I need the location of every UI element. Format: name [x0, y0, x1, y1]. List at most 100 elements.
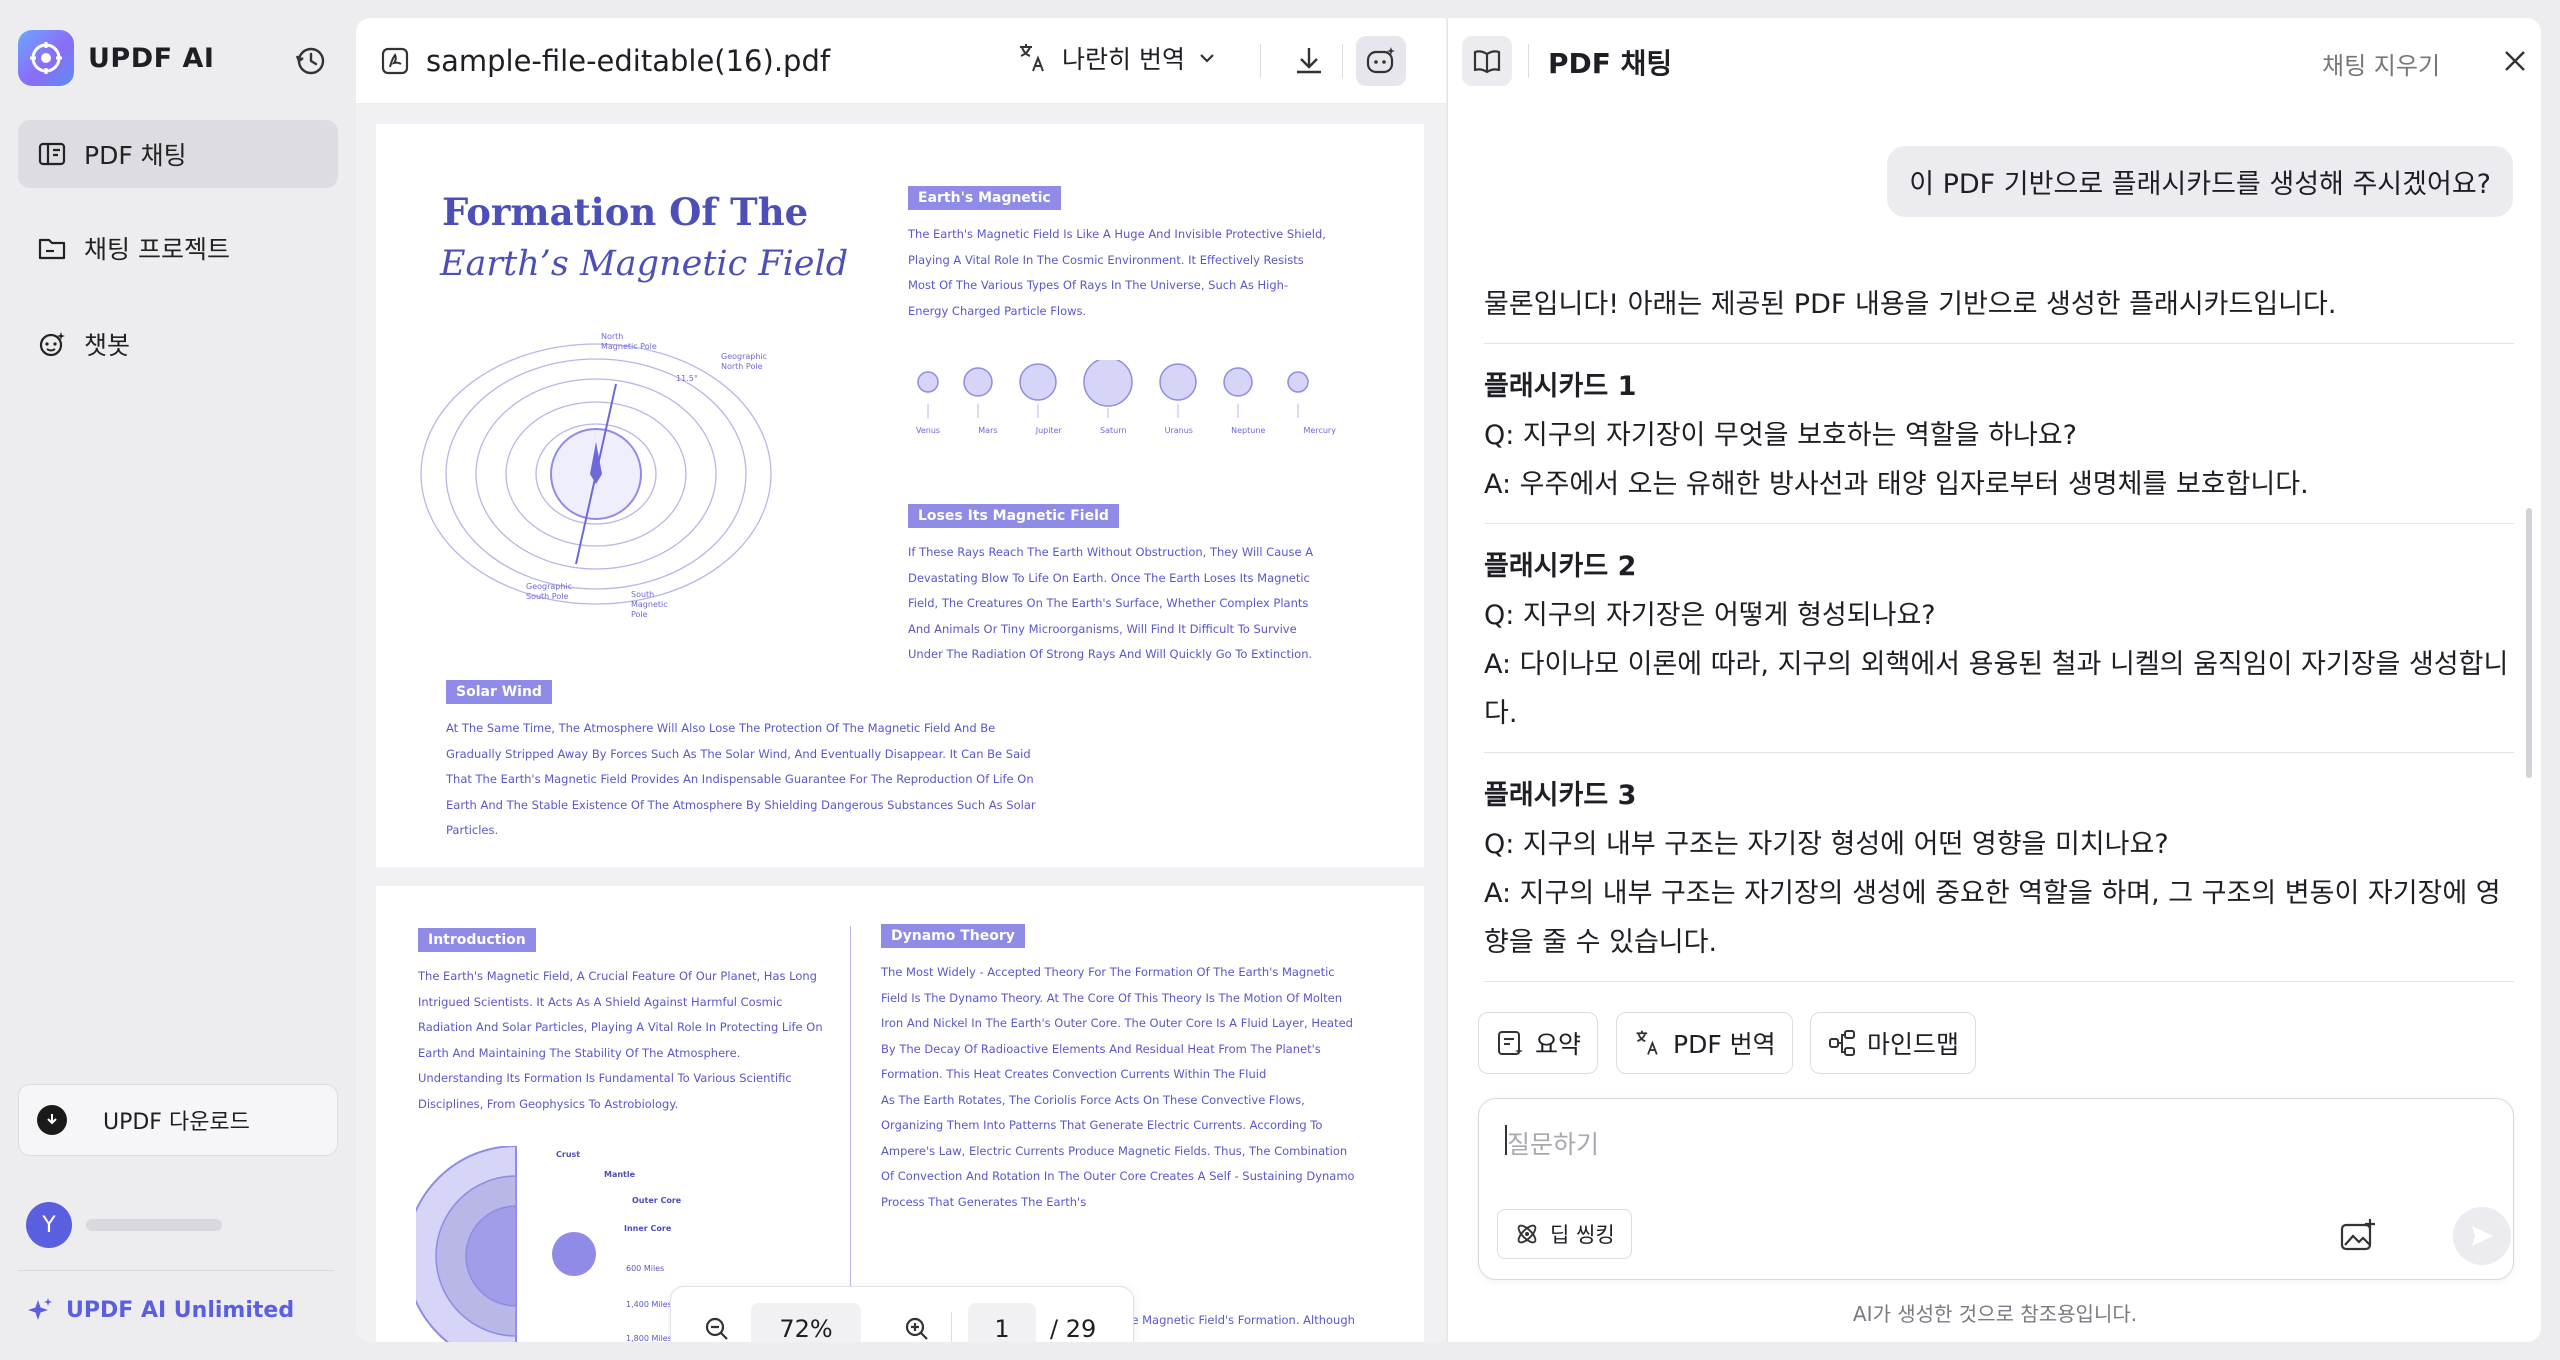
flashcard-title: 플래시카드 3: [1484, 780, 1636, 811]
download-circle-icon: [37, 1105, 67, 1135]
download-label: UPDF 다운로드: [103, 1104, 250, 1136]
username-redacted: [86, 1219, 222, 1231]
planet-label: Saturn: [1100, 426, 1126, 435]
deep-thinking-label: 딥 씽킹: [1550, 1219, 1615, 1249]
download-button[interactable]: UPDF 다운로드: [18, 1084, 338, 1156]
outline-toggle-button[interactable]: [1462, 36, 1512, 86]
history-icon[interactable]: [294, 44, 328, 78]
section-tag: Dynamo Theory: [881, 924, 1025, 948]
side-by-side-translate-dropdown[interactable]: 나란히 번역: [1016, 40, 1217, 76]
flashcard: 플래시카드 3 Q: 지구의 내부 구조는 자기장 형성에 어떤 영향을 미치나…: [1484, 771, 2514, 967]
chat-scrollbar[interactable]: [2526, 508, 2532, 778]
send-button[interactable]: [2453, 1207, 2511, 1265]
zoom-in-button[interactable]: [897, 1309, 937, 1342]
nav-chat-project[interactable]: 채팅 프로젝트: [18, 214, 338, 282]
user-profile[interactable]: Y: [26, 1202, 222, 1248]
zoom-out-button[interactable]: [697, 1309, 737, 1342]
brand-name: UPDF AI: [88, 43, 214, 74]
send-icon: [2468, 1222, 2496, 1250]
diagram-label: South Magnetic Pole: [631, 590, 668, 620]
layer-label: Inner Core: [624, 1224, 671, 1234]
planet-label: Neptune: [1231, 426, 1265, 435]
deep-thinking-toggle[interactable]: 딥 씽킹: [1497, 1209, 1632, 1259]
layer-depth: 600 Miles: [626, 1264, 664, 1274]
flashcard: 플래시카드 1 Q: 지구의 자기장이 무엇을 보호하는 역할을 하나요? A:…: [1484, 362, 2514, 509]
ai-answer: 물론입니다! 아래는 제공된 PDF 내용을 기반으로 생성한 플래시카드입니다…: [1484, 280, 2514, 1000]
zoom-divider: [951, 1312, 952, 1342]
bot-icon: [36, 328, 68, 360]
nav-pdf-chat[interactable]: PDF 채팅: [18, 120, 338, 188]
pdf-chat-icon: [36, 138, 68, 170]
nav-label: 채팅 프로젝트: [84, 230, 230, 266]
avatar[interactable]: Y: [26, 1202, 72, 1248]
zoom-toolbar: 72% 1 / 29: [670, 1286, 1134, 1342]
file-name: sample-file-editable(16).pdf: [426, 44, 830, 78]
nav-chatbot[interactable]: 챗봇: [18, 310, 338, 378]
diagram-label: 11.5°: [676, 374, 698, 384]
translate-icon: [1633, 1028, 1663, 1058]
planet-row: Venus Mars Jupiter Saturn Uranus Neptune…: [916, 360, 1336, 450]
translate-label: 나란히 번역: [1062, 40, 1185, 76]
pdf-pages-area[interactable]: Formation Of The Earth’s Magnetic Field …: [356, 104, 1446, 1342]
ai-assistant-toggle[interactable]: [1356, 36, 1406, 86]
planets-illustration: [916, 360, 1336, 420]
flashcard-question: Q: 지구의 자기장은 어떻게 형성되나요?: [1484, 591, 2514, 640]
flashcard-answer: A: 우주에서 오는 유해한 방사선과 태양 입자로부터 생명체를 보호합니다.: [1484, 460, 2514, 509]
answer-intro: 물론입니다! 아래는 제공된 PDF 내용을 기반으로 생성한 플래시카드입니다…: [1484, 280, 2514, 329]
pdf-file-icon: [380, 46, 410, 76]
pdf-viewer: sample-file-editable(16).pdf 나란히 번역 Form…: [356, 18, 1446, 1342]
summarize-button[interactable]: 요약: [1478, 1012, 1598, 1074]
chat-panel: PDF 채팅 채팅 지우기 이 PDF 기반으로 플래시카드를 생성해 주시겠어…: [1447, 18, 2541, 1342]
nav-label: PDF 채팅: [84, 136, 187, 172]
upgrade-link[interactable]: UPDF AI Unlimited: [26, 1296, 294, 1324]
flashcard: 플래시카드 2 Q: 지구의 자기장은 어떻게 형성되나요? A: 다이나모 이…: [1484, 542, 2514, 738]
clear-chat-button[interactable]: 채팅 지우기: [2322, 46, 2440, 81]
section-text: The Earth's Magnetic Field, A Crucial Fe…: [418, 964, 828, 1117]
layer-label: Outer Core: [632, 1196, 681, 1206]
flashcard-answer: A: 다이나모 이론에 따라, 지구의 외핵에서 용융된 철과 니켈의 움직임이…: [1484, 640, 2514, 738]
pdf-page-2: Introduction The Earth's Magnetic Field,…: [376, 886, 1424, 1342]
section-tag: Introduction: [418, 928, 536, 952]
toolbar-divider: [1260, 44, 1261, 78]
pdf-page-1: Formation Of The Earth’s Magnetic Field …: [376, 124, 1424, 867]
flashcard-question: Q: 지구의 내부 구조는 자기장 형성에 어떤 영향을 미치나요?: [1484, 820, 2514, 869]
chat-input-placeholder[interactable]: 질문하기: [1507, 1125, 1599, 1161]
summary-icon: [1495, 1028, 1525, 1058]
user-message: 이 PDF 기반으로 플래시카드를 생성해 주시겠어요?: [1887, 146, 2513, 217]
section-tag: Solar Wind: [446, 680, 552, 704]
chat-title: PDF 채팅: [1548, 42, 1672, 82]
folder-icon: [36, 232, 68, 264]
ai-bot-icon: [1364, 44, 1398, 78]
page-title-line1: Formation Of The: [442, 190, 808, 234]
pdf-translate-button[interactable]: PDF 번역: [1616, 1012, 1793, 1074]
quick-action-label: 요약: [1535, 1025, 1581, 1061]
toolbar-divider: [1342, 44, 1343, 78]
answer-divider: [1484, 752, 2514, 753]
header-divider: [1528, 44, 1529, 78]
answer-divider: [1484, 523, 2514, 524]
flashcard-answer: A: 지구의 내부 구조는 자기장의 생성에 중요한 역할을 하며, 그 구조의…: [1484, 869, 2514, 967]
close-icon[interactable]: [2500, 46, 2530, 76]
mindmap-button[interactable]: 마인드맵: [1810, 1012, 1976, 1074]
planet-label: Mars: [978, 426, 997, 435]
brand: UPDF AI: [18, 30, 214, 86]
book-icon: [1472, 46, 1502, 76]
sidebar: UPDF AI PDF 채팅 채팅 프로젝트 챗봇 UPDF 다운로드 Y UP…: [0, 0, 356, 1360]
download-icon[interactable]: [1290, 42, 1328, 80]
chat-input-box[interactable]: 질문하기 딥 씽킹: [1478, 1098, 2514, 1280]
section-text: The Earth's Magnetic Field Is Like A Hug…: [908, 222, 1328, 324]
answer-divider: [1484, 981, 2514, 982]
image-upload-icon[interactable]: [2339, 1217, 2377, 1255]
section-text: If These Rays Reach The Earth Without Ob…: [908, 540, 1328, 668]
planet-label: Venus: [916, 426, 940, 435]
upgrade-label: UPDF AI Unlimited: [66, 1298, 294, 1323]
planet-labels: Venus Mars Jupiter Saturn Uranus Neptune…: [916, 426, 1336, 435]
flashcard-title: 플래시카드 1: [1484, 371, 1636, 402]
page-number-input[interactable]: 1: [968, 1303, 1036, 1342]
ai-disclaimer: AI가 생성한 것으로 참조용입니다.: [1448, 1298, 2542, 1327]
diagram-label: North Magnetic Pole: [601, 332, 657, 352]
chevron-down-icon: [1197, 48, 1217, 68]
atom-icon: [1514, 1221, 1540, 1247]
zoom-level[interactable]: 72%: [751, 1303, 861, 1342]
section-text: The Most Widely - Accepted Theory For Th…: [881, 960, 1361, 1215]
